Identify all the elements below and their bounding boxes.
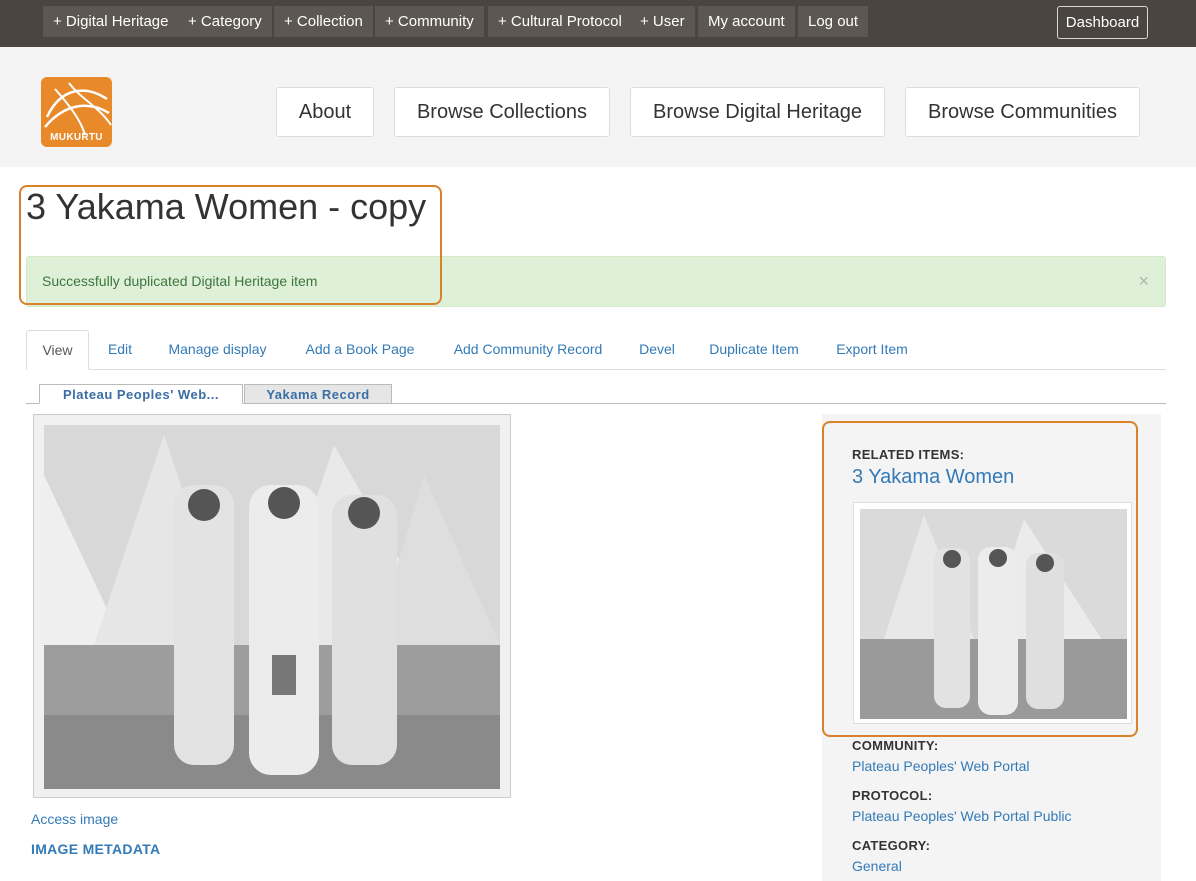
tab-devel[interactable]: Devel — [628, 330, 686, 370]
add-collection-link[interactable]: + Collection — [274, 6, 373, 37]
community-link[interactable]: Plateau Peoples' Web Portal — [852, 758, 1030, 774]
tab-duplicate-item[interactable]: Duplicate Item — [698, 330, 810, 370]
tab-edit[interactable]: Edit — [96, 330, 144, 370]
logo-text: MUKURTU — [50, 132, 103, 143]
related-item-link[interactable]: 3 Yakama Women — [852, 466, 1014, 489]
tab-add-book-page[interactable]: Add a Book Page — [292, 330, 428, 370]
admin-toolbar: + Digital Heritage + Category + Collecti… — [0, 0, 1196, 47]
related-item-thumbnail[interactable] — [853, 502, 1132, 724]
tab-manage-display[interactable]: Manage display — [155, 330, 280, 370]
tab-add-community-record[interactable]: Add Community Record — [440, 330, 616, 370]
image-metadata-toggle[interactable]: IMAGE METADATA — [31, 841, 160, 857]
protocol-label: PROTOCOL: — [852, 788, 933, 803]
protocol-link[interactable]: Plateau Peoples' Web Portal Public — [852, 808, 1072, 824]
thumbnail-illustration — [860, 509, 1127, 719]
add-digital-heritage-link[interactable]: + Digital Heritage — [43, 6, 179, 37]
add-category-link[interactable]: + Category — [178, 6, 272, 37]
my-account-link[interactable]: My account — [698, 6, 795, 37]
nav-browse-digital-heritage[interactable]: Browse Digital Heritage — [630, 87, 885, 137]
mukurtu-logo[interactable]: MUKURTU — [41, 77, 112, 147]
access-image-link[interactable]: Access image — [31, 811, 118, 827]
photo-illustration — [44, 425, 500, 789]
nav-about[interactable]: About — [276, 87, 374, 137]
log-out-link[interactable]: Log out — [798, 6, 869, 37]
add-cultural-protocol-link[interactable]: + Cultural Protocol — [488, 6, 632, 37]
nav-browse-communities[interactable]: Browse Communities — [905, 87, 1140, 137]
add-community-link[interactable]: + Community — [375, 6, 484, 37]
tab-view[interactable]: View — [26, 330, 89, 370]
category-label: CATEGORY: — [852, 838, 931, 853]
site-header: MUKURTU About Browse Collections Browse … — [0, 47, 1196, 167]
add-user-link[interactable]: + User — [630, 6, 695, 37]
close-icon[interactable]: × — [1138, 257, 1149, 306]
related-items-label: RELATED ITEMS: — [852, 447, 965, 462]
page-title: 3 Yakama Women - copy — [26, 186, 427, 227]
category-link[interactable]: General — [852, 858, 902, 874]
success-alert: Successfully duplicated Digital Heritage… — [26, 256, 1166, 307]
tab-export-item[interactable]: Export Item — [824, 330, 920, 370]
nav-browse-collections[interactable]: Browse Collections — [394, 87, 610, 137]
subtab-plateau-peoples[interactable]: Plateau Peoples' Web... — [39, 384, 243, 404]
digital-heritage-image[interactable] — [33, 414, 511, 798]
alert-message: Successfully duplicated Digital Heritage… — [42, 273, 318, 289]
dashboard-button[interactable]: Dashboard — [1057, 6, 1148, 39]
subtab-yakama-record[interactable]: Yakama Record — [244, 384, 392, 404]
community-label: COMMUNITY: — [852, 738, 939, 753]
